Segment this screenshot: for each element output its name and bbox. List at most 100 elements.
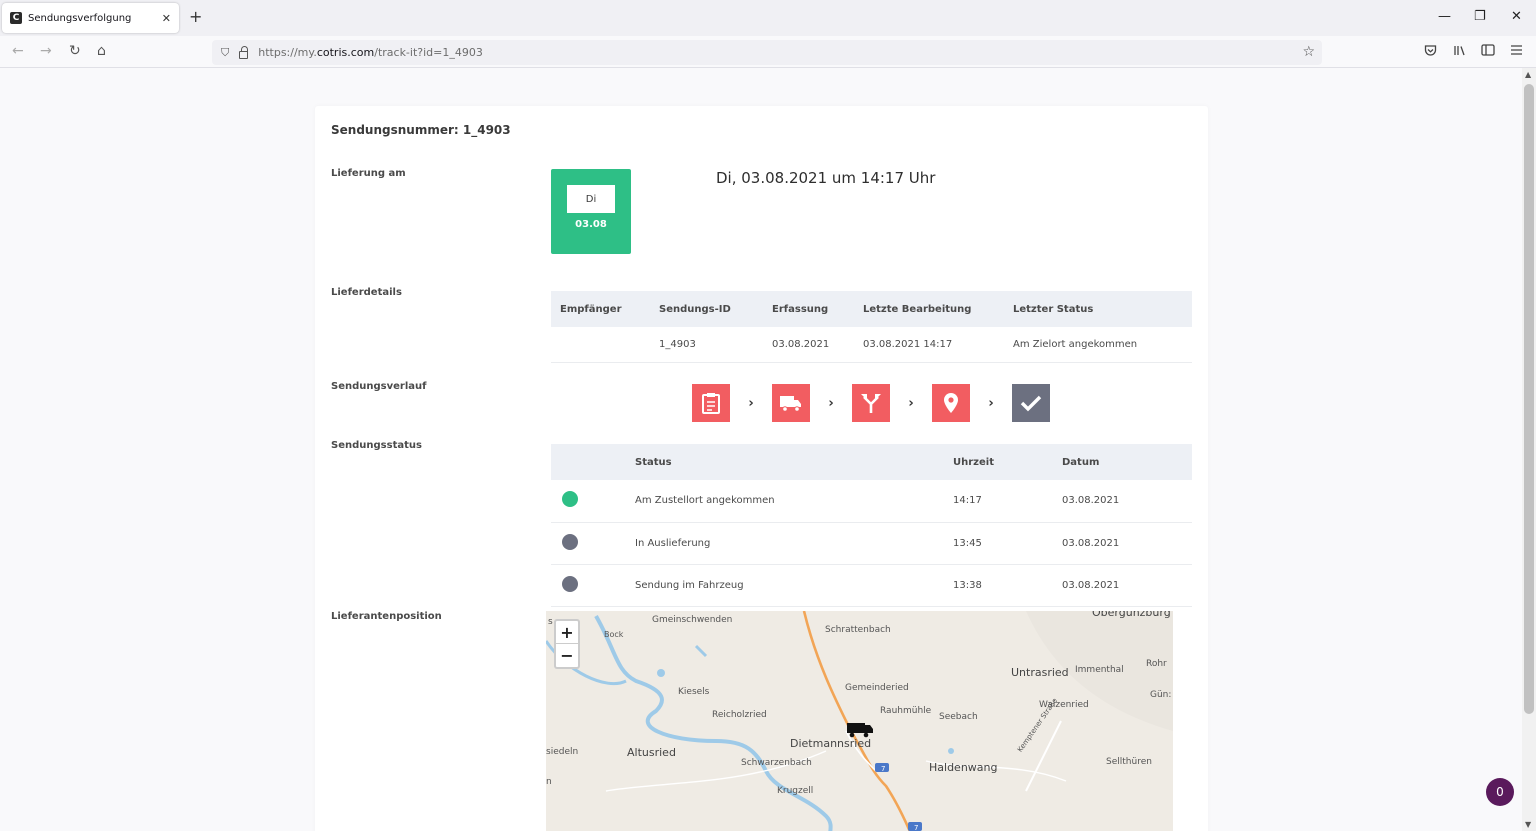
map-place: Gemeinderied [845,683,909,693]
cell-recorded: 03.08.2021 [763,327,854,363]
browser-tab[interactable]: C Sendungsverfolgung ✕ [2,3,179,33]
sidebar-icon[interactable] [1481,44,1495,59]
back-button[interactable]: ← [12,43,24,59]
delivery-date-short: 03.08 [575,219,607,230]
scrollbar-thumb[interactable] [1524,84,1534,714]
url-bar[interactable]: ⛉ https://my.cotris.com/track-it?id=1_49… [212,40,1322,65]
status-time: 14:17 [953,480,1062,523]
zoom-in-button[interactable]: + [556,621,578,644]
reload-button[interactable]: ↻ [69,43,81,59]
bookmark-star-icon[interactable]: ☆ [1302,44,1315,60]
map-place: siedeln [546,747,579,757]
zoom-out-button[interactable]: − [556,644,578,667]
map-place: Gün: [1150,690,1172,700]
delivery-map[interactable]: 7 7 s Bock Gmeinschwenden Schrattenbach … [546,611,1173,831]
road-label: 7 [881,765,886,773]
page-title: Sendungsnummer: 1_4903 [331,123,511,137]
table-row: Am Zustellort angekommen 14:17 03.08.2021 [551,480,1192,523]
home-button[interactable]: ⌂ [97,43,106,59]
delivery-day: Di [567,185,615,213]
map-place: Reicholzried [712,710,767,720]
map-place: Obergünzburg [1092,611,1171,619]
shield-icon[interactable]: ⛉ [221,46,229,60]
status-dot-icon [562,491,578,508]
map-place: Schwarzenbach [741,758,812,768]
details-header-row: Empfänger Sendungs-ID Erfassung Letzte B… [551,291,1192,327]
lock-icon[interactable] [239,45,249,59]
cell-recipient [551,327,650,363]
truck-icon [772,384,810,422]
pocket-icon[interactable] [1424,44,1437,60]
map-place: Bock [604,630,624,639]
tracking-card: Sendungsnummer: 1_4903 Lieferung am Di 0… [315,106,1208,831]
tab-title: Sendungsverfolgung [28,12,132,24]
shipment-timeline: › › › › [692,384,1050,422]
timeline-arrow: › [828,395,834,411]
timeline-arrow: › [908,395,914,411]
status-date: 03.08.2021 [1062,564,1192,607]
col-recipient: Empfänger [551,291,650,327]
close-window-button[interactable]: ✕ [1511,9,1522,25]
table-row: Sendung im Fahrzeug 13:38 03.08.2021 [551,564,1192,607]
status-text: Sendung im Fahrzeug [635,564,953,607]
status-time: 13:45 [953,522,1062,565]
restore-button[interactable]: ❐ [1474,9,1486,25]
col-recorded: Erfassung [763,291,854,327]
minimize-button[interactable]: — [1438,9,1451,25]
page-scrollbar[interactable]: ▲ ▼ [1522,68,1536,831]
map-background [546,611,1173,831]
cell-last-edit: 03.08.2021 14:17 [854,327,1004,363]
status-label: Sendungsstatus [331,440,422,451]
library-icon[interactable] [1453,44,1466,60]
map-place: Haldenwang [929,761,998,774]
status-date: 03.08.2021 [1062,522,1192,565]
tab-bar: C Sendungsverfolgung ✕ + — ❐ ✕ [0,0,1536,36]
status-header-row: Status Uhrzeit Datum [551,444,1192,480]
table-row: In Auslieferung 13:45 03.08.2021 [551,522,1192,565]
cell-shipment-id: 1_4903 [650,327,763,363]
chat-widget-button[interactable]: 0 [1486,778,1514,806]
col-date: Datum [1062,444,1192,480]
map-place: Immenthal [1075,665,1124,675]
location-pin-icon [932,384,970,422]
timeline-arrow: › [748,395,754,411]
delivery-label: Lieferung am [331,168,406,179]
map-place: Dietmannsried [790,737,872,750]
status-date: 03.08.2021 [1062,480,1192,523]
table-row: 1_4903 03.08.2021 03.08.2021 14:17 Am Zi… [551,327,1192,363]
status-indicator-cell [551,522,635,565]
new-tab-button[interactable]: + [189,9,202,25]
map-place: Seebach [939,712,978,722]
position-label: Lieferantenposition [331,611,442,622]
cotris-favicon-icon: C [10,12,22,24]
status-text: In Auslieferung [635,522,953,565]
map-place: Krugzell [777,786,814,796]
cell-last-status: Am Zielort angekommen [1004,327,1192,363]
status-indicator-cell [551,564,635,607]
map-place: Untrasried [1011,666,1069,679]
col-time: Uhrzeit [953,444,1062,480]
map-place: Rohr [1146,659,1167,669]
menu-icon[interactable] [1510,44,1523,59]
map-place: Altusried [627,746,676,759]
col-status: Status [635,444,953,480]
url-text[interactable]: https://my.cotris.com/track-it?id=1_4903 [258,46,483,59]
map-place: s [548,617,553,627]
clipboard-icon [692,384,730,422]
status-text: Am Zustellort angekommen [635,480,953,523]
details-table: Empfänger Sendungs-ID Erfassung Letzte B… [551,291,1192,363]
status-time: 13:38 [953,564,1062,607]
delivery-datetime: Di, 03.08.2021 um 14:17 Uhr [716,169,936,187]
forward-button[interactable]: → [40,43,52,59]
route-split-icon [852,384,890,422]
map-zoom-control: + − [554,619,580,669]
col-last-edit: Letzte Bearbeitung [854,291,1004,327]
scroll-down-icon[interactable]: ▼ [1525,820,1531,829]
map-place: n [546,777,552,787]
col-last-status: Letzter Status [1004,291,1192,327]
scroll-up-icon[interactable]: ▲ [1525,70,1531,79]
status-dot-icon [562,533,578,550]
history-label: Sendungsverlauf [331,381,427,392]
tab-close-icon[interactable]: ✕ [162,12,171,25]
col-shipment-id: Sendungs-ID [650,291,763,327]
